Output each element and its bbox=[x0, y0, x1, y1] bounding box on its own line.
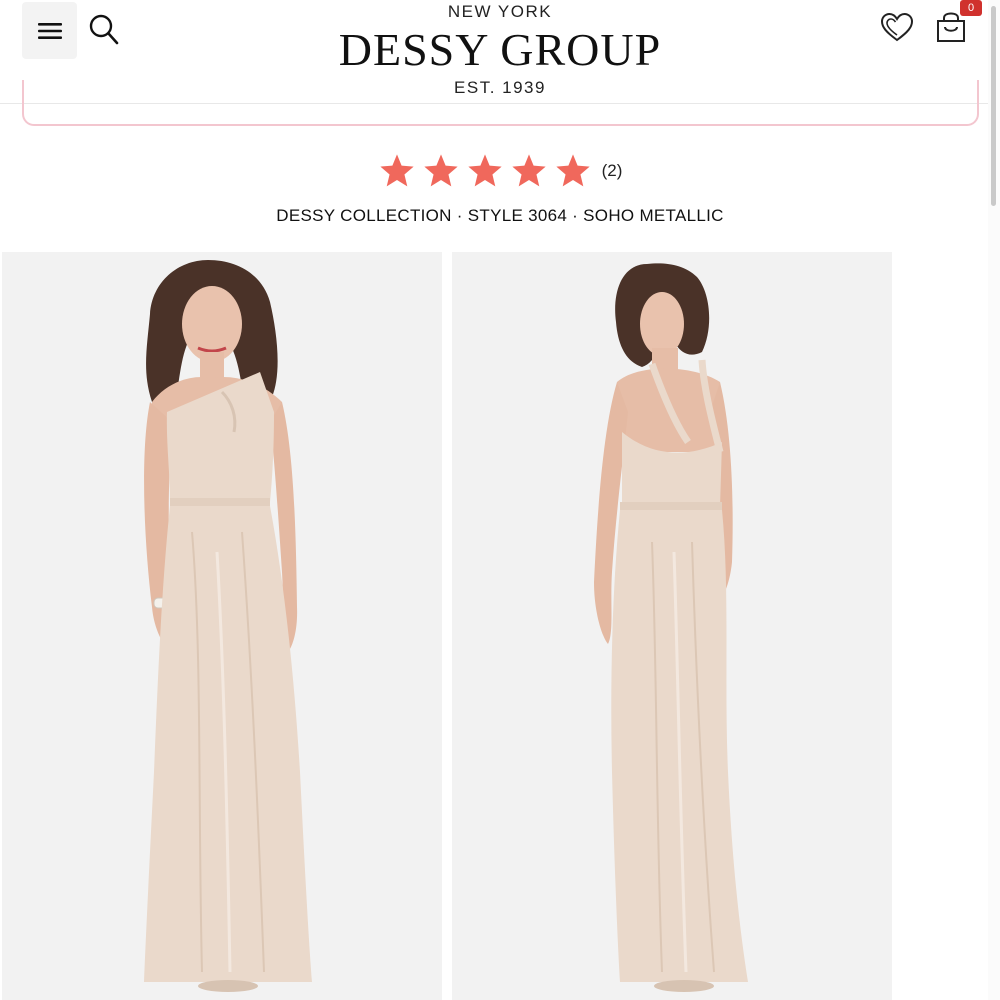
gown-front-illustration bbox=[144, 260, 312, 992]
shopping-bag-icon bbox=[937, 12, 965, 42]
heart-icon bbox=[880, 12, 914, 42]
wishlist-button[interactable] bbox=[880, 12, 914, 44]
gown-back-illustration bbox=[594, 263, 748, 992]
star-icon bbox=[379, 154, 414, 187]
product-title: DESSY COLLECTION · STYLE 3064 · SOHO MET… bbox=[276, 206, 724, 225]
star-icon bbox=[423, 154, 458, 187]
star-icon bbox=[467, 154, 502, 187]
product-image-back[interactable] bbox=[452, 252, 892, 1000]
review-count[interactable]: (2) bbox=[602, 161, 623, 181]
star-icon bbox=[555, 154, 590, 187]
brand-tagline-top: NEW YORK bbox=[447, 2, 553, 21]
hamburger-menu-icon bbox=[37, 22, 62, 39]
star-icon bbox=[511, 154, 546, 187]
product-image-front[interactable] bbox=[2, 252, 442, 1000]
search-icon bbox=[89, 14, 119, 45]
search-button[interactable] bbox=[88, 12, 120, 46]
promo-banner-edge bbox=[22, 80, 979, 126]
rating-stars bbox=[378, 152, 592, 190]
menu-button[interactable] bbox=[22, 2, 77, 59]
cart-count-badge: 0 bbox=[960, 0, 982, 16]
product-rating[interactable]: (2) bbox=[0, 152, 1000, 190]
cart-button[interactable] bbox=[935, 12, 967, 44]
brand-name: DESSY GROUP bbox=[338, 24, 662, 75]
